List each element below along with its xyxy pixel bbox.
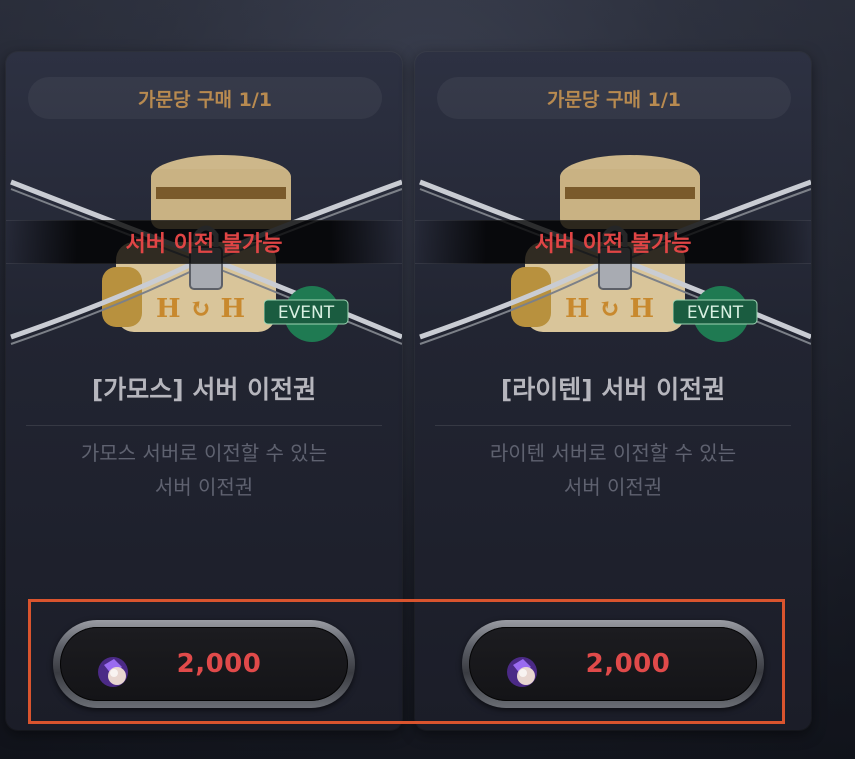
svg-text:H ↻ H: H ↻ H [156,294,245,324]
item-name: [라이텐] 서버 이전권 [500,375,726,404]
purple-gem-icon [507,657,537,687]
item-description: 라이텐 서버로 이전할 수 있는 서버 이전권 [445,436,781,504]
purchase-limit-label: 가문당 구매 1/1 [437,77,791,119]
description-line-1: 가모스 서버로 이전할 수 있는 [80,441,328,465]
price-amount: 2,000 [585,649,671,679]
divider [435,425,791,426]
svg-text:EVENT: EVENT [278,303,335,323]
svg-text:EVENT: EVENT [687,303,744,323]
buy-button-inner: 2,000 [469,627,757,701]
shop-item-card-raiten[interactable]: 가문당 구매 1/1 H ↻ H 서버 이전 불가능 EVENT [라이텐] 서… [415,52,811,730]
buy-button[interactable]: 2,000 [53,620,355,708]
divider [26,425,382,426]
shop-item-card-gamos[interactable]: 가문당 구매 1/1 H ↻ H 서버 이전 불가능 EVENT [가모스] 서… [6,52,402,730]
item-description: 가모스 서버로 이전할 수 있는 서버 이전권 [36,436,372,504]
price-amount: 2,000 [176,649,262,679]
buy-button[interactable]: 2,000 [462,620,764,708]
item-name: [가모스] 서버 이전권 [91,375,317,404]
buy-button-inner: 2,000 [60,627,348,701]
event-badge-icon: EVENT [264,286,349,342]
description-line-2: 서버 이전권 [563,475,663,499]
transfer-unavailable-banner: 서버 이전 불가능 [6,220,402,264]
purple-gem-icon [98,657,128,687]
transfer-unavailable-banner: 서버 이전 불가능 [415,220,811,264]
description-line-2: 서버 이전권 [154,475,254,499]
purchase-limit-label: 가문당 구매 1/1 [28,77,382,119]
svg-text:H ↻ H: H ↻ H [565,294,654,324]
description-line-1: 라이텐 서버로 이전할 수 있는 [489,441,737,465]
event-badge-icon: EVENT [673,286,758,342]
